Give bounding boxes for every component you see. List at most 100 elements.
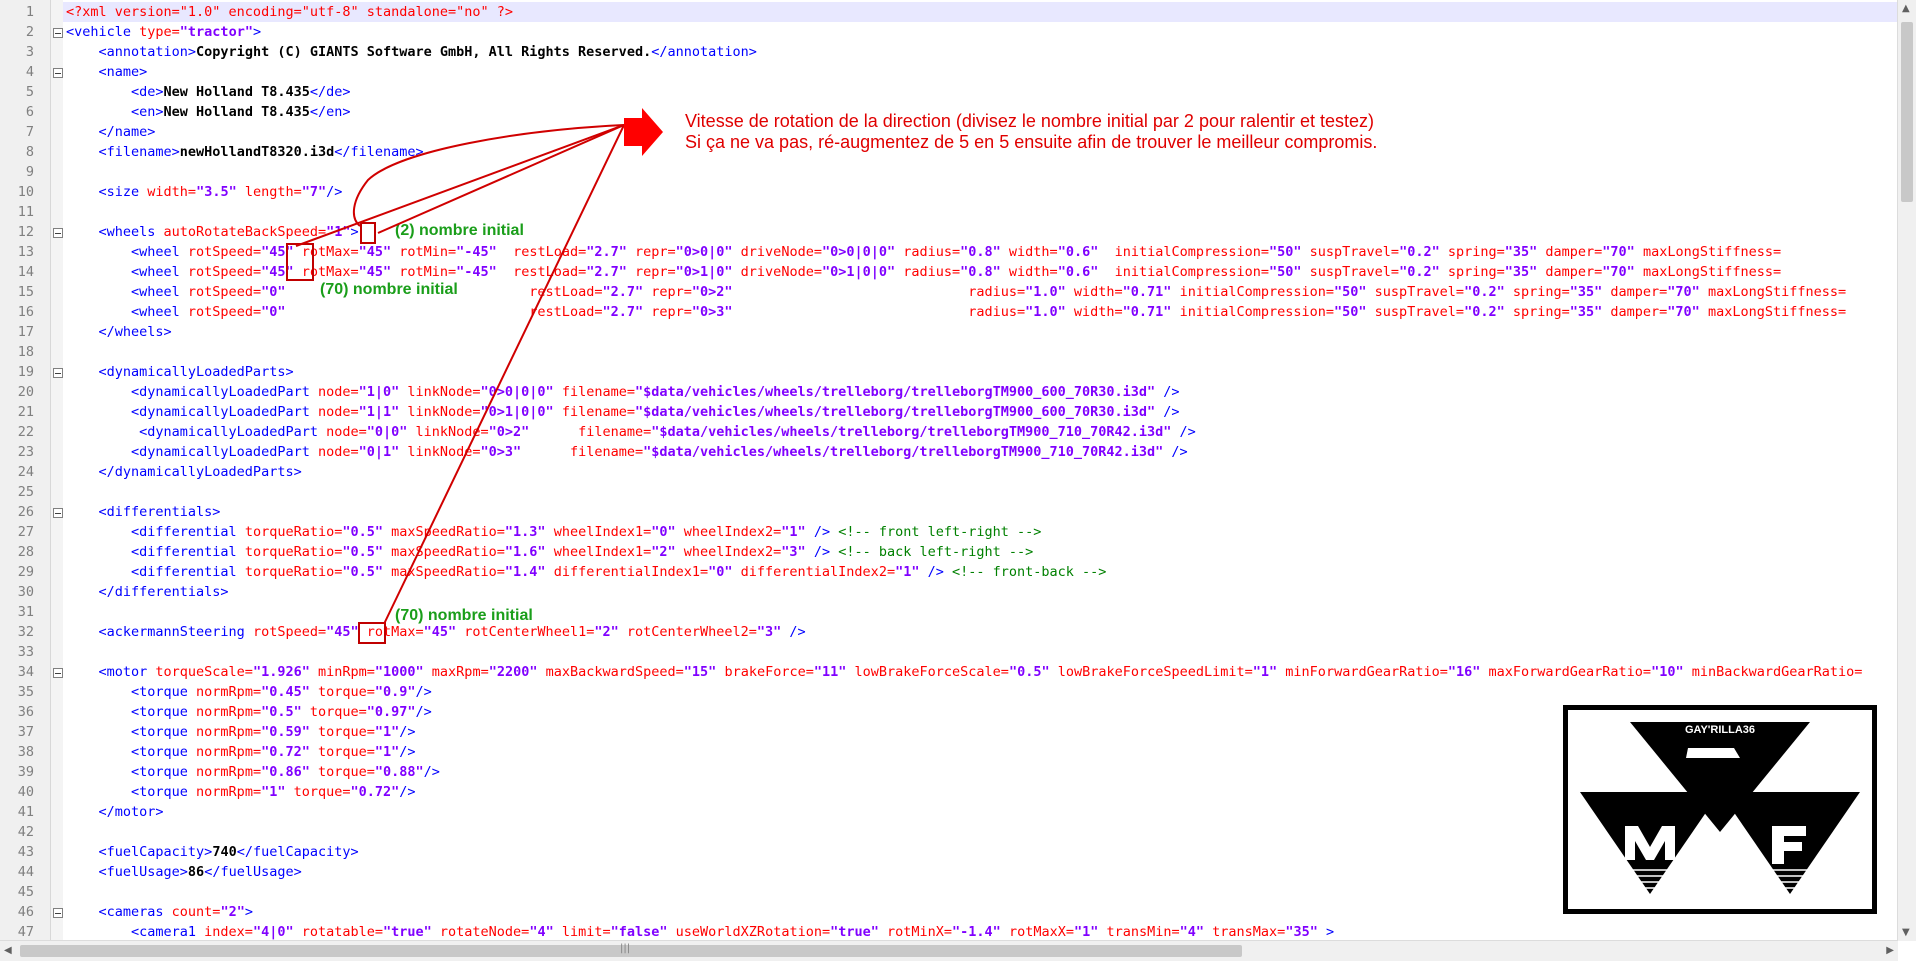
code-line[interactable]: <differential torqueRatio="0.5" maxSpeed… bbox=[66, 522, 1041, 542]
code-line[interactable]: <name> bbox=[66, 62, 148, 82]
code-token: repr= bbox=[643, 284, 692, 300]
code-token: > bbox=[350, 224, 359, 240]
code-token: <camera1 bbox=[66, 924, 205, 940]
line-number: 34 bbox=[17, 664, 34, 680]
fold-toggle-icon[interactable] bbox=[53, 368, 63, 378]
code-token: suspTravel= bbox=[1366, 304, 1465, 320]
code-line[interactable]: <annotation>Copyright (C) GIANTS Softwar… bbox=[66, 42, 757, 62]
code-line[interactable]: <vehicle type="tractor"> bbox=[66, 22, 261, 42]
code-line[interactable]: </differentials> bbox=[66, 582, 229, 602]
code-line[interactable]: <ackermannSteering rotSpeed="45" rotMax=… bbox=[66, 622, 806, 642]
scroll-right-icon[interactable]: ▶ bbox=[1886, 945, 1894, 956]
code-token: <!-- front-back --> bbox=[951, 564, 1107, 580]
code-token: <filename> bbox=[66, 144, 180, 160]
code-line[interactable]: <en>New Holland T8.435</en> bbox=[66, 102, 351, 122]
code-line[interactable]: <wheel rotSpeed="45" rotMax="45" rotMin=… bbox=[66, 242, 1781, 262]
code-token: <dynamicallyLoadedPart bbox=[66, 384, 318, 400]
code-line[interactable]: </name> bbox=[66, 122, 156, 142]
code-line[interactable]: <wheel rotSpeed="0" restLoad="2.7" repr=… bbox=[66, 302, 1846, 322]
code-line[interactable]: <filename>newHollandT8320.i3d</filename> bbox=[66, 142, 424, 162]
code-line[interactable]: <torque normRpm="0.86" torque="0.88"/> bbox=[66, 762, 440, 782]
code-token: type= bbox=[139, 24, 180, 40]
code-line[interactable]: <dynamicallyLoadedPart node="0|1" linkNo… bbox=[66, 442, 1188, 462]
code-line[interactable]: <dynamicallyLoadedPart node="1|0" linkNo… bbox=[66, 382, 1180, 402]
code-token: radius= bbox=[895, 244, 961, 260]
code-token: <dynamicallyLoadedPart bbox=[66, 444, 318, 460]
code-line[interactable]: <torque normRpm="0.59" torque="1"/> bbox=[66, 722, 416, 742]
code-line[interactable]: <wheels autoRotateBackSpeed="1"> bbox=[66, 222, 359, 242]
fold-toggle-icon[interactable] bbox=[53, 228, 63, 238]
horizontal-scroll-thumb[interactable]: ||| bbox=[20, 943, 1242, 957]
code-token: "50" bbox=[1269, 244, 1302, 260]
code-token: <en> bbox=[66, 104, 164, 120]
code-token: damper= bbox=[1537, 244, 1603, 260]
logo-badge: GAY'RILLA36 M F bbox=[1563, 705, 1877, 914]
fold-toggle-icon[interactable] bbox=[53, 668, 63, 678]
code-line[interactable]: <wheel rotSpeed="45" rotMax="45" rotMin=… bbox=[66, 262, 1781, 282]
code-token: normRpm= bbox=[196, 784, 262, 800]
code-line[interactable]: <de>New Holland T8.435</de> bbox=[66, 82, 350, 102]
vertical-scrollbar[interactable]: ▲ ▼ bbox=[1897, 0, 1916, 941]
code-line[interactable]: </wheels> bbox=[66, 322, 172, 342]
line-number: 26 bbox=[17, 504, 34, 520]
code-line[interactable]: <torque normRpm="0.72" torque="1"/> bbox=[66, 742, 416, 762]
code-line[interactable]: <torque normRpm="1" torque="0.72"/> bbox=[66, 782, 416, 802]
code-token: <torque bbox=[66, 704, 197, 720]
code-token: "1.3" bbox=[504, 524, 546, 540]
code-line[interactable]: <dynamicallyLoadedPart node="1|1" linkNo… bbox=[66, 402, 1180, 422]
code-token: "50" bbox=[1334, 304, 1367, 320]
code-line[interactable]: </dynamicallyLoadedParts> bbox=[66, 462, 302, 482]
code-token: "0" bbox=[261, 304, 286, 320]
fold-toggle-icon[interactable] bbox=[53, 508, 63, 518]
code-token: restLoad= bbox=[285, 304, 603, 320]
code-line[interactable]: <dynamicallyLoadedPart node="0|0" linkNo… bbox=[66, 422, 1196, 442]
code-line[interactable]: <differential torqueRatio="0.5" maxSpeed… bbox=[66, 562, 1106, 582]
code-token: "0>1|0|0" bbox=[821, 264, 896, 280]
line-number: 5 bbox=[25, 84, 34, 100]
code-token: spring= bbox=[1439, 244, 1505, 260]
code-token: <wheels bbox=[66, 224, 164, 240]
scroll-up-icon[interactable]: ▲ bbox=[1902, 3, 1910, 14]
code-token: <differential bbox=[66, 544, 245, 560]
fold-margin bbox=[51, 0, 63, 941]
line-number: 31 bbox=[17, 604, 34, 620]
code-token: <de> bbox=[66, 84, 164, 100]
code-line[interactable]: <torque normRpm="0.45" torque="0.9"/> bbox=[66, 682, 432, 702]
code-line[interactable]: <motor torqueScale="1.926" minRpm="1000"… bbox=[66, 662, 1863, 682]
highlight-rotspeed-values bbox=[286, 243, 314, 281]
fold-toggle-icon[interactable] bbox=[53, 28, 63, 38]
code-token: "$data/vehicles/wheels/trelleborg/trelle… bbox=[643, 444, 1164, 460]
code-token: "0>1|0" bbox=[675, 264, 733, 280]
code-token: width= bbox=[1065, 284, 1123, 300]
code-line[interactable]: <torque normRpm="0.5" torque="0.97"/> bbox=[66, 702, 432, 722]
scroll-down-icon[interactable]: ▼ bbox=[1902, 927, 1910, 938]
code-line[interactable]: <dynamicallyLoadedParts> bbox=[66, 362, 294, 382]
fold-toggle-icon[interactable] bbox=[53, 908, 63, 918]
code-token: damper= bbox=[1602, 284, 1668, 300]
code-token: "0.86" bbox=[261, 764, 310, 780]
horizontal-scrollbar[interactable]: ◀ ||| ▶ bbox=[0, 940, 1898, 961]
code-line[interactable]: <fuelCapacity>740</fuelCapacity> bbox=[66, 842, 359, 862]
code-token: "4" bbox=[529, 924, 554, 940]
code-token: suspTravel= bbox=[1366, 284, 1465, 300]
code-token: </en> bbox=[309, 104, 351, 120]
code-line[interactable]: <fuelUsage>86</fuelUsage> bbox=[66, 862, 302, 882]
line-number: 38 bbox=[17, 744, 34, 760]
code-line[interactable]: </motor> bbox=[66, 802, 164, 822]
code-line[interactable]: <camera1 index="4|0" rotatable="true" ro… bbox=[66, 922, 1334, 941]
code-line[interactable]: <differentials> bbox=[66, 502, 221, 522]
code-token: <torque bbox=[66, 784, 197, 800]
code-token: "0.5" bbox=[1008, 664, 1050, 680]
code-token: differentialIndex1= bbox=[545, 564, 709, 580]
code-line[interactable]: <?xml version="1.0" encoding="utf-8" sta… bbox=[66, 2, 513, 22]
vertical-scroll-thumb[interactable] bbox=[1901, 22, 1913, 202]
code-token: "35" bbox=[1504, 244, 1538, 260]
code-line[interactable]: <differential torqueRatio="0.5" maxSpeed… bbox=[66, 542, 1033, 562]
code-token: "0.2" bbox=[1399, 264, 1440, 280]
fold-toggle-icon[interactable] bbox=[53, 68, 63, 78]
code-line[interactable]: <size width="3.5" length="7"/> bbox=[66, 182, 343, 202]
code-token: width= bbox=[1065, 304, 1123, 320]
scroll-left-icon[interactable]: ◀ bbox=[4, 945, 12, 956]
code-line[interactable]: <cameras count="2"> bbox=[66, 902, 253, 922]
code-token: normRpm= bbox=[196, 764, 262, 780]
